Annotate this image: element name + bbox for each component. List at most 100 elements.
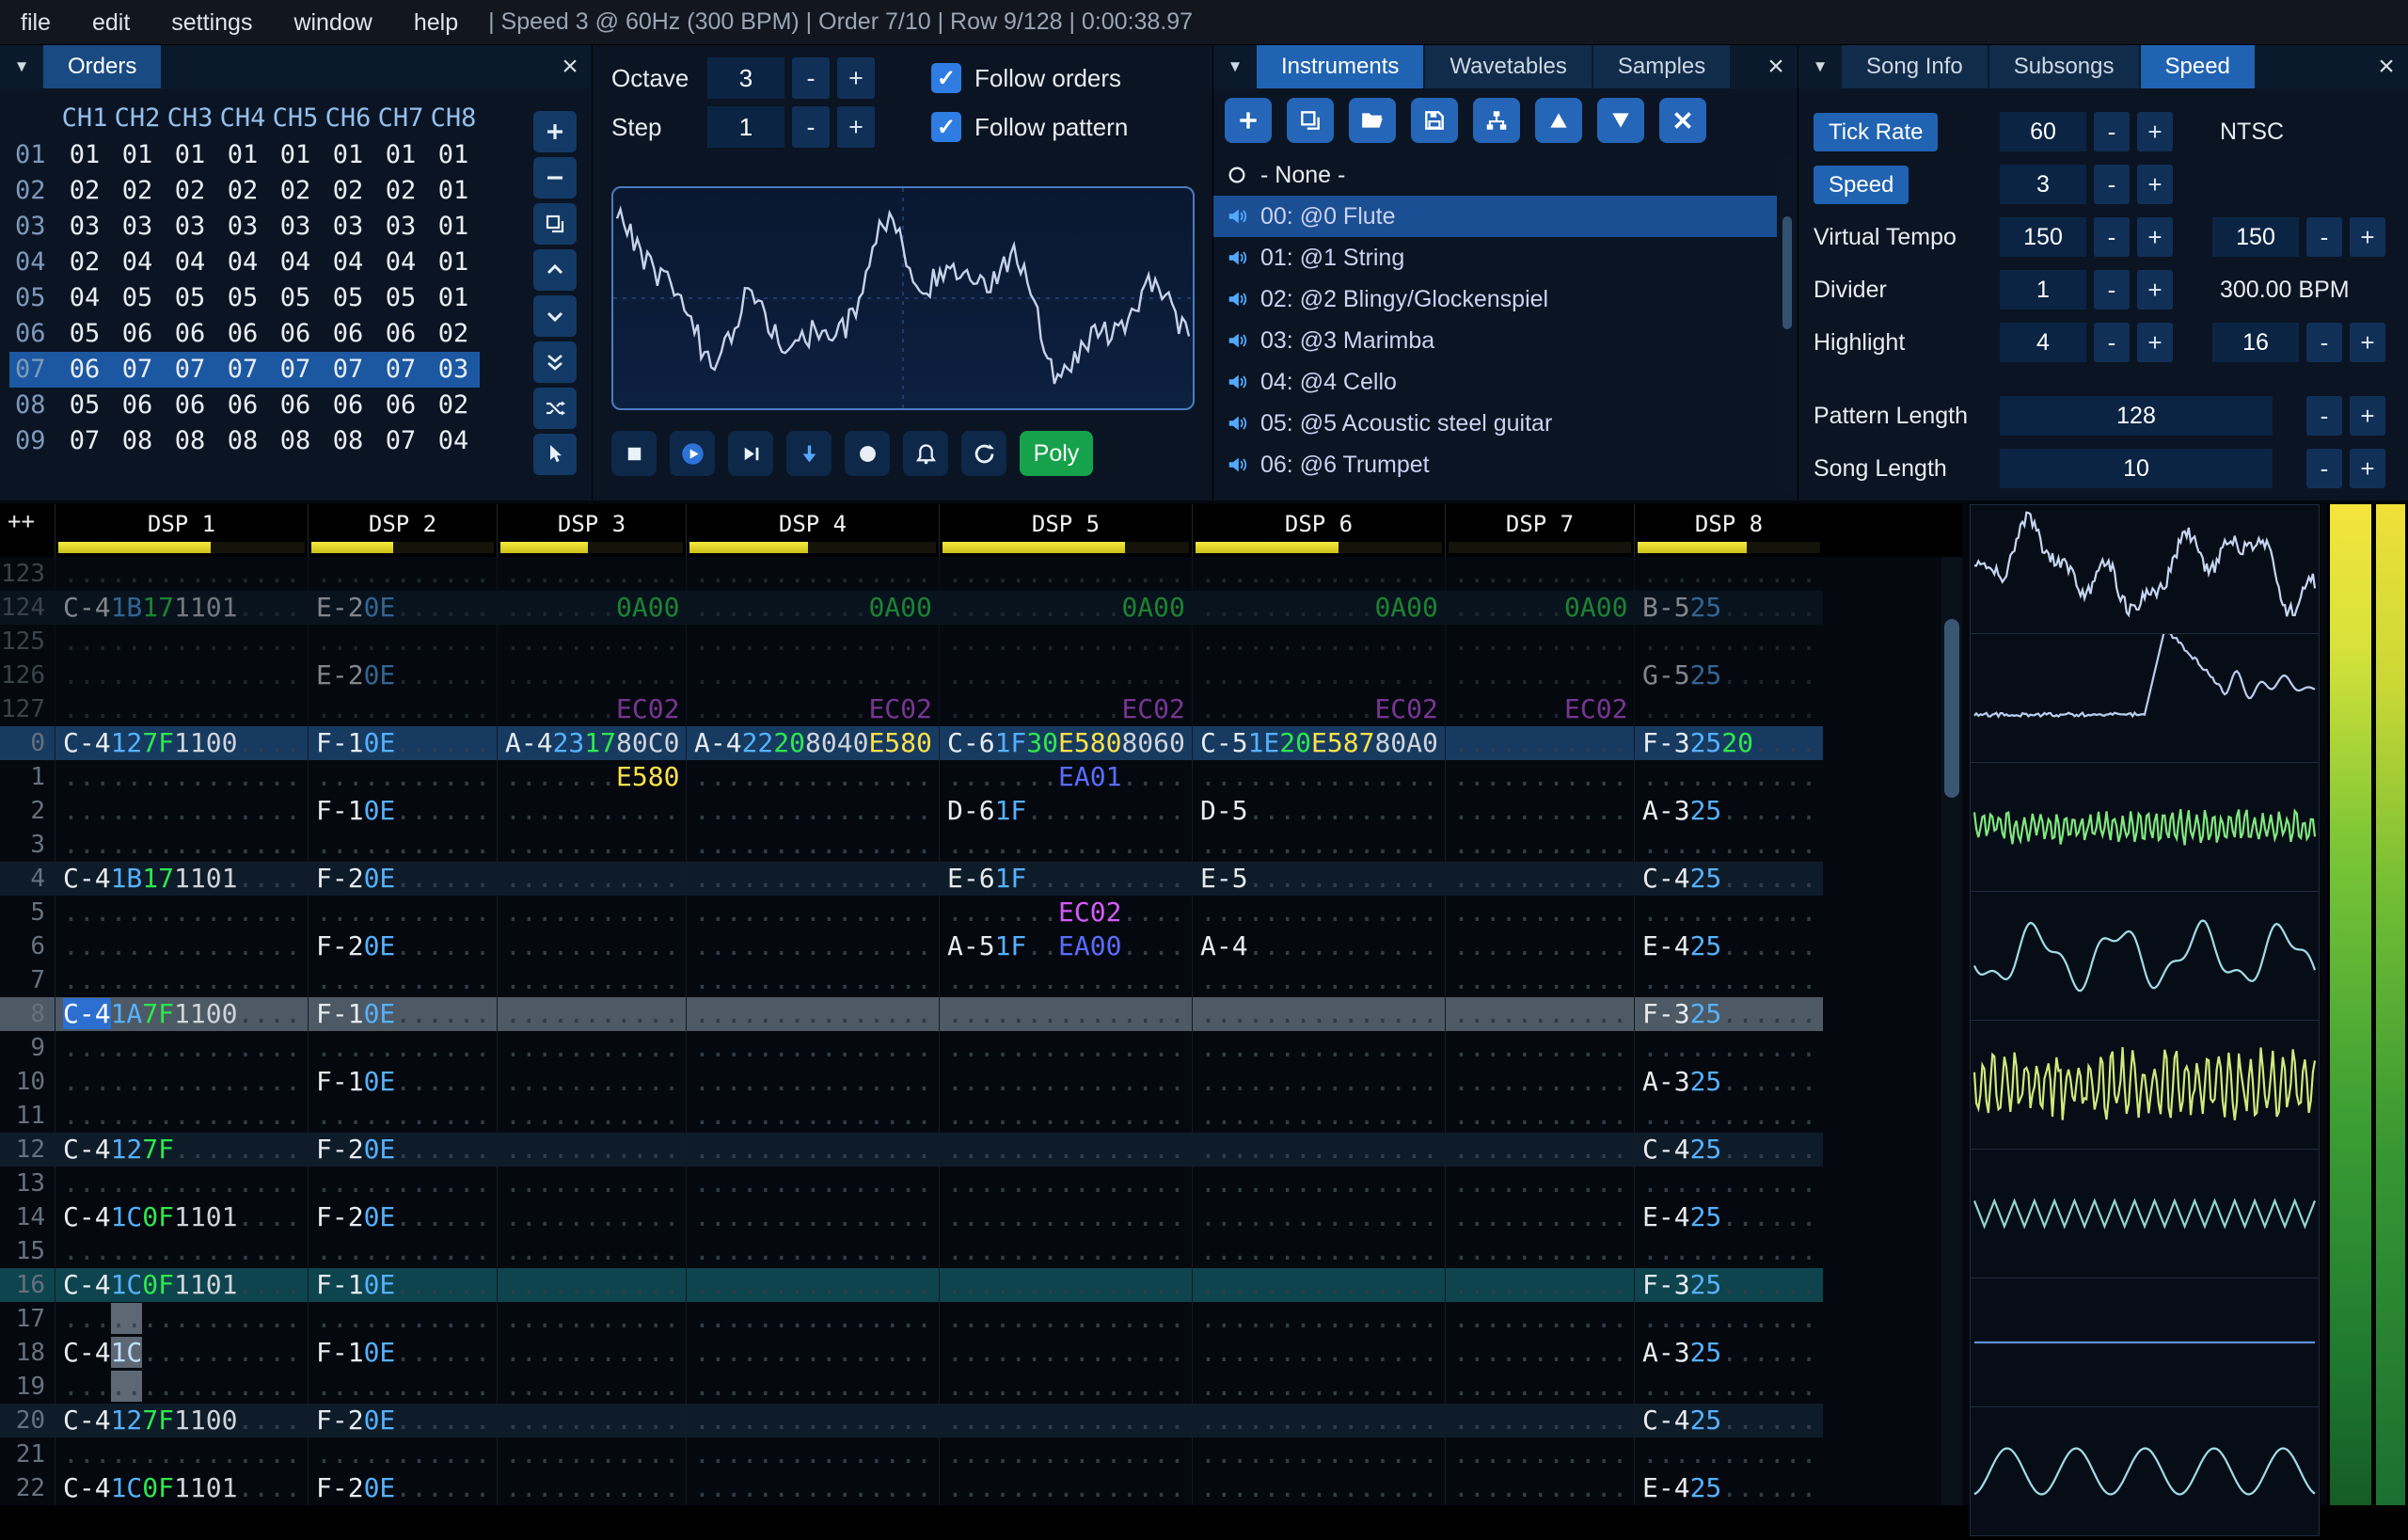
- divider-minus-button[interactable]: -: [2094, 270, 2130, 310]
- pattern-cell[interactable]: ...............: [55, 1167, 308, 1200]
- pattern-cell[interactable]: ...............: [55, 963, 308, 997]
- pattern-cell[interactable]: .......EC02: [1445, 692, 1634, 726]
- pattern-cell[interactable]: ...........: [1634, 1437, 1823, 1471]
- pattern-cell[interactable]: ...........: [497, 1404, 686, 1437]
- order-cell[interactable]: 01: [374, 137, 427, 173]
- instrument-item[interactable]: 02: @2 Blingy/Glockenspiel: [1213, 278, 1777, 320]
- pattern-cell[interactable]: ...............: [686, 862, 939, 896]
- pattern-cell[interactable]: ...........: [1634, 1370, 1823, 1404]
- pattern-cell[interactable]: ...............: [686, 1370, 939, 1404]
- order-cell[interactable]: 04: [111, 245, 164, 280]
- pattern-cell[interactable]: ...........: [308, 692, 497, 726]
- order-cell[interactable]: 01: [427, 280, 480, 316]
- order-cell[interactable]: 06: [164, 316, 216, 352]
- pattern-cell[interactable]: ...............: [1192, 659, 1445, 692]
- pattern-cell[interactable]: C-4127F........: [55, 1133, 308, 1167]
- pattern-cell[interactable]: ...............: [55, 760, 308, 794]
- pattern-cell[interactable]: ...........: [497, 1437, 686, 1471]
- repeat-button[interactable]: [961, 431, 1006, 476]
- orders-row[interactable]: 020202020202020201: [9, 173, 480, 209]
- pattern-cell[interactable]: ...........EC02: [939, 692, 1192, 726]
- orders-row[interactable]: 030303030303030301: [9, 209, 480, 245]
- pattern-cell[interactable]: C-41C0F1101....: [55, 1471, 308, 1505]
- pattern-cell[interactable]: ...........: [1634, 1031, 1823, 1065]
- pattern-cell[interactable]: F-20E......: [308, 1471, 497, 1505]
- pattern-cell[interactable]: ...............: [686, 760, 939, 794]
- order-cell[interactable]: 08: [216, 423, 269, 459]
- pattern-cell[interactable]: C-425......: [1634, 1133, 1823, 1167]
- pattern-cell[interactable]: ...........: [497, 997, 686, 1031]
- virtual-tempo-input[interactable]: 150: [2000, 217, 2086, 257]
- pattern-cell[interactable]: ...............: [686, 557, 939, 591]
- order-cell[interactable]: 04: [427, 423, 480, 459]
- instrument-item[interactable]: 03: @3 Marimba: [1213, 320, 1777, 361]
- orders-row[interactable]: 050405050505050501: [9, 280, 480, 316]
- random-button[interactable]: [533, 388, 577, 429]
- pattern-cell[interactable]: ...............: [686, 1302, 939, 1336]
- order-cell[interactable]: 02: [427, 316, 480, 352]
- order-cell[interactable]: 07: [164, 352, 216, 388]
- virtual-tempo-minus-button[interactable]: -: [2094, 217, 2130, 257]
- pattern-cell[interactable]: ...............: [55, 1065, 308, 1099]
- pattern-cell[interactable]: ...........: [1445, 1065, 1634, 1099]
- pattern-cell[interactable]: ...............: [686, 1437, 939, 1471]
- pattern-cell[interactable]: ...............: [55, 659, 308, 692]
- pattern-cell[interactable]: ...........EC02: [686, 692, 939, 726]
- pattern-cell[interactable]: ...........: [1445, 828, 1634, 862]
- pattern-cell[interactable]: ...............: [939, 1200, 1192, 1234]
- duplicate-end-button[interactable]: [533, 341, 577, 383]
- order-cell[interactable]: 07: [374, 352, 427, 388]
- song-length-plus-button[interactable]: +: [2350, 449, 2385, 488]
- pattern-cell[interactable]: ...............: [55, 1099, 308, 1133]
- pattern-cell[interactable]: A-4231780C0: [497, 726, 686, 760]
- pattern-cell[interactable]: ...............: [939, 557, 1192, 591]
- order-cell[interactable]: 01: [216, 137, 269, 173]
- pattern-cell[interactable]: ...............: [1192, 1302, 1445, 1336]
- pattern-cell[interactable]: ...........: [1445, 1404, 1634, 1437]
- pattern-cell[interactable]: ...........: [308, 1370, 497, 1404]
- menu-item-settings[interactable]: settings: [150, 0, 273, 45]
- pattern-cell[interactable]: ...............: [939, 1234, 1192, 1268]
- pattern-cell[interactable]: ...........: [497, 1099, 686, 1133]
- pattern-cell[interactable]: C-41C..........: [55, 1336, 308, 1370]
- pattern-cell[interactable]: ...........: [1445, 1200, 1634, 1234]
- pattern-cell[interactable]: ...........: [497, 1200, 686, 1234]
- pattern-cell[interactable]: ...............: [1192, 1200, 1445, 1234]
- order-cell[interactable]: 05: [164, 280, 216, 316]
- order-cell[interactable]: 05: [322, 280, 374, 316]
- record-button[interactable]: [845, 431, 890, 476]
- pattern-cell[interactable]: ...........: [1445, 557, 1634, 591]
- pattern-cell[interactable]: ...............: [55, 557, 308, 591]
- pattern-cell[interactable]: ...............: [686, 1065, 939, 1099]
- pattern-cell[interactable]: ...............: [1192, 1370, 1445, 1404]
- pattern-cell[interactable]: ...............: [1192, 557, 1445, 591]
- order-cell[interactable]: 06: [111, 388, 164, 423]
- pattern-cell[interactable]: ...............: [686, 1268, 939, 1302]
- pattern-cell[interactable]: ...............: [1192, 1234, 1445, 1268]
- delete-button[interactable]: [1659, 98, 1706, 143]
- save-button[interactable]: [1411, 98, 1458, 143]
- pattern-cell[interactable]: F-10E......: [308, 1268, 497, 1302]
- tick-rate-input[interactable]: 60: [2000, 112, 2086, 151]
- pattern-cell[interactable]: C-41A7F1100....: [55, 997, 308, 1031]
- pattern-cell[interactable]: ...........: [1445, 1336, 1634, 1370]
- song-length-minus-button[interactable]: -: [2306, 449, 2342, 488]
- pattern-cell[interactable]: ...............: [55, 1031, 308, 1065]
- octave-input[interactable]: 3: [707, 57, 784, 99]
- channel-header-1[interactable]: DSP 1: [55, 504, 308, 557]
- order-cell[interactable]: 08: [111, 423, 164, 459]
- pattern-cell[interactable]: ...............: [939, 1031, 1192, 1065]
- pattern-cell[interactable]: ...........: [308, 1302, 497, 1336]
- open-button[interactable]: [1349, 98, 1396, 143]
- step-minus-button[interactable]: -: [792, 106, 830, 148]
- stop-button[interactable]: [611, 431, 657, 476]
- pattern-cell[interactable]: ...........: [1445, 625, 1634, 659]
- order-cell[interactable]: 04: [216, 245, 269, 280]
- order-cell[interactable]: 02: [427, 388, 480, 423]
- pattern-cell[interactable]: ...........: [497, 828, 686, 862]
- pattern-cell[interactable]: E-20E......: [308, 591, 497, 625]
- order-cell[interactable]: 06: [216, 316, 269, 352]
- pattern-cell[interactable]: A-325......: [1634, 1336, 1823, 1370]
- order-cell[interactable]: 03: [111, 209, 164, 245]
- pattern-cell[interactable]: ...........0A00: [686, 591, 939, 625]
